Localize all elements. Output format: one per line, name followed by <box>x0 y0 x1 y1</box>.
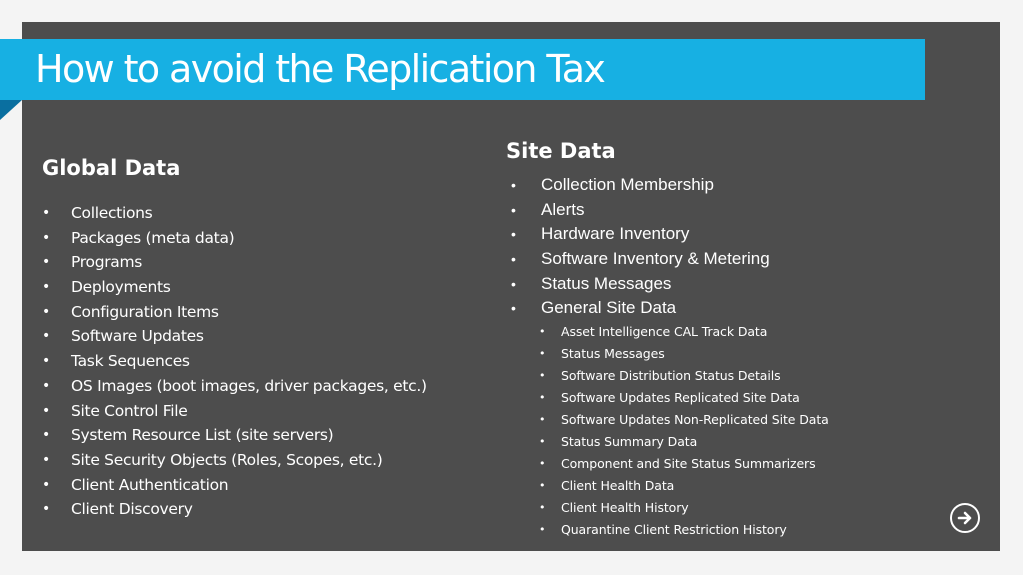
bullet-icon: • <box>511 300 516 317</box>
global-data-heading: Global Data <box>42 156 181 180</box>
bullet-icon: • <box>511 251 516 268</box>
bullet-icon: • <box>42 254 50 271</box>
site-data-heading: Site Data <box>506 139 616 163</box>
bullet-icon: • <box>539 325 546 339</box>
bullet-icon: • <box>42 205 50 221</box>
bullet-icon: • <box>539 413 546 427</box>
bullet-icon: • <box>539 523 546 537</box>
title-bar-fold <box>0 100 22 120</box>
bullet-icon: • <box>511 275 516 292</box>
bullet-icon: • <box>539 347 546 361</box>
bullet-icon: • <box>42 402 50 419</box>
bullet-icon: • <box>42 279 50 296</box>
bullet-icon: • <box>42 328 50 345</box>
bullet-icon: • <box>42 303 50 320</box>
bullet-icon: • <box>42 427 50 444</box>
bullet-icon: • <box>42 377 50 394</box>
bullet-icon: • <box>511 177 516 193</box>
bullet-icon: • <box>511 226 516 243</box>
bullet-icon: • <box>42 451 50 468</box>
arrow-right-circle-icon <box>957 511 972 525</box>
bullet-icon: • <box>42 229 50 246</box>
bullet-icon: • <box>539 369 546 383</box>
bullet-icon: • <box>42 476 50 493</box>
bullet-icon: • <box>42 501 50 518</box>
bullet-icon: • <box>539 501 546 515</box>
bullet-icon: • <box>539 435 546 449</box>
bullet-icon: • <box>539 457 546 471</box>
bullet-icon: • <box>42 353 50 370</box>
next-slide-button[interactable] <box>950 503 980 533</box>
bullet-icon: • <box>539 479 546 493</box>
bullet-icon: • <box>511 201 516 218</box>
slide-title: How to avoid the Replication Tax <box>35 47 606 91</box>
bullet-icon: • <box>539 391 546 405</box>
